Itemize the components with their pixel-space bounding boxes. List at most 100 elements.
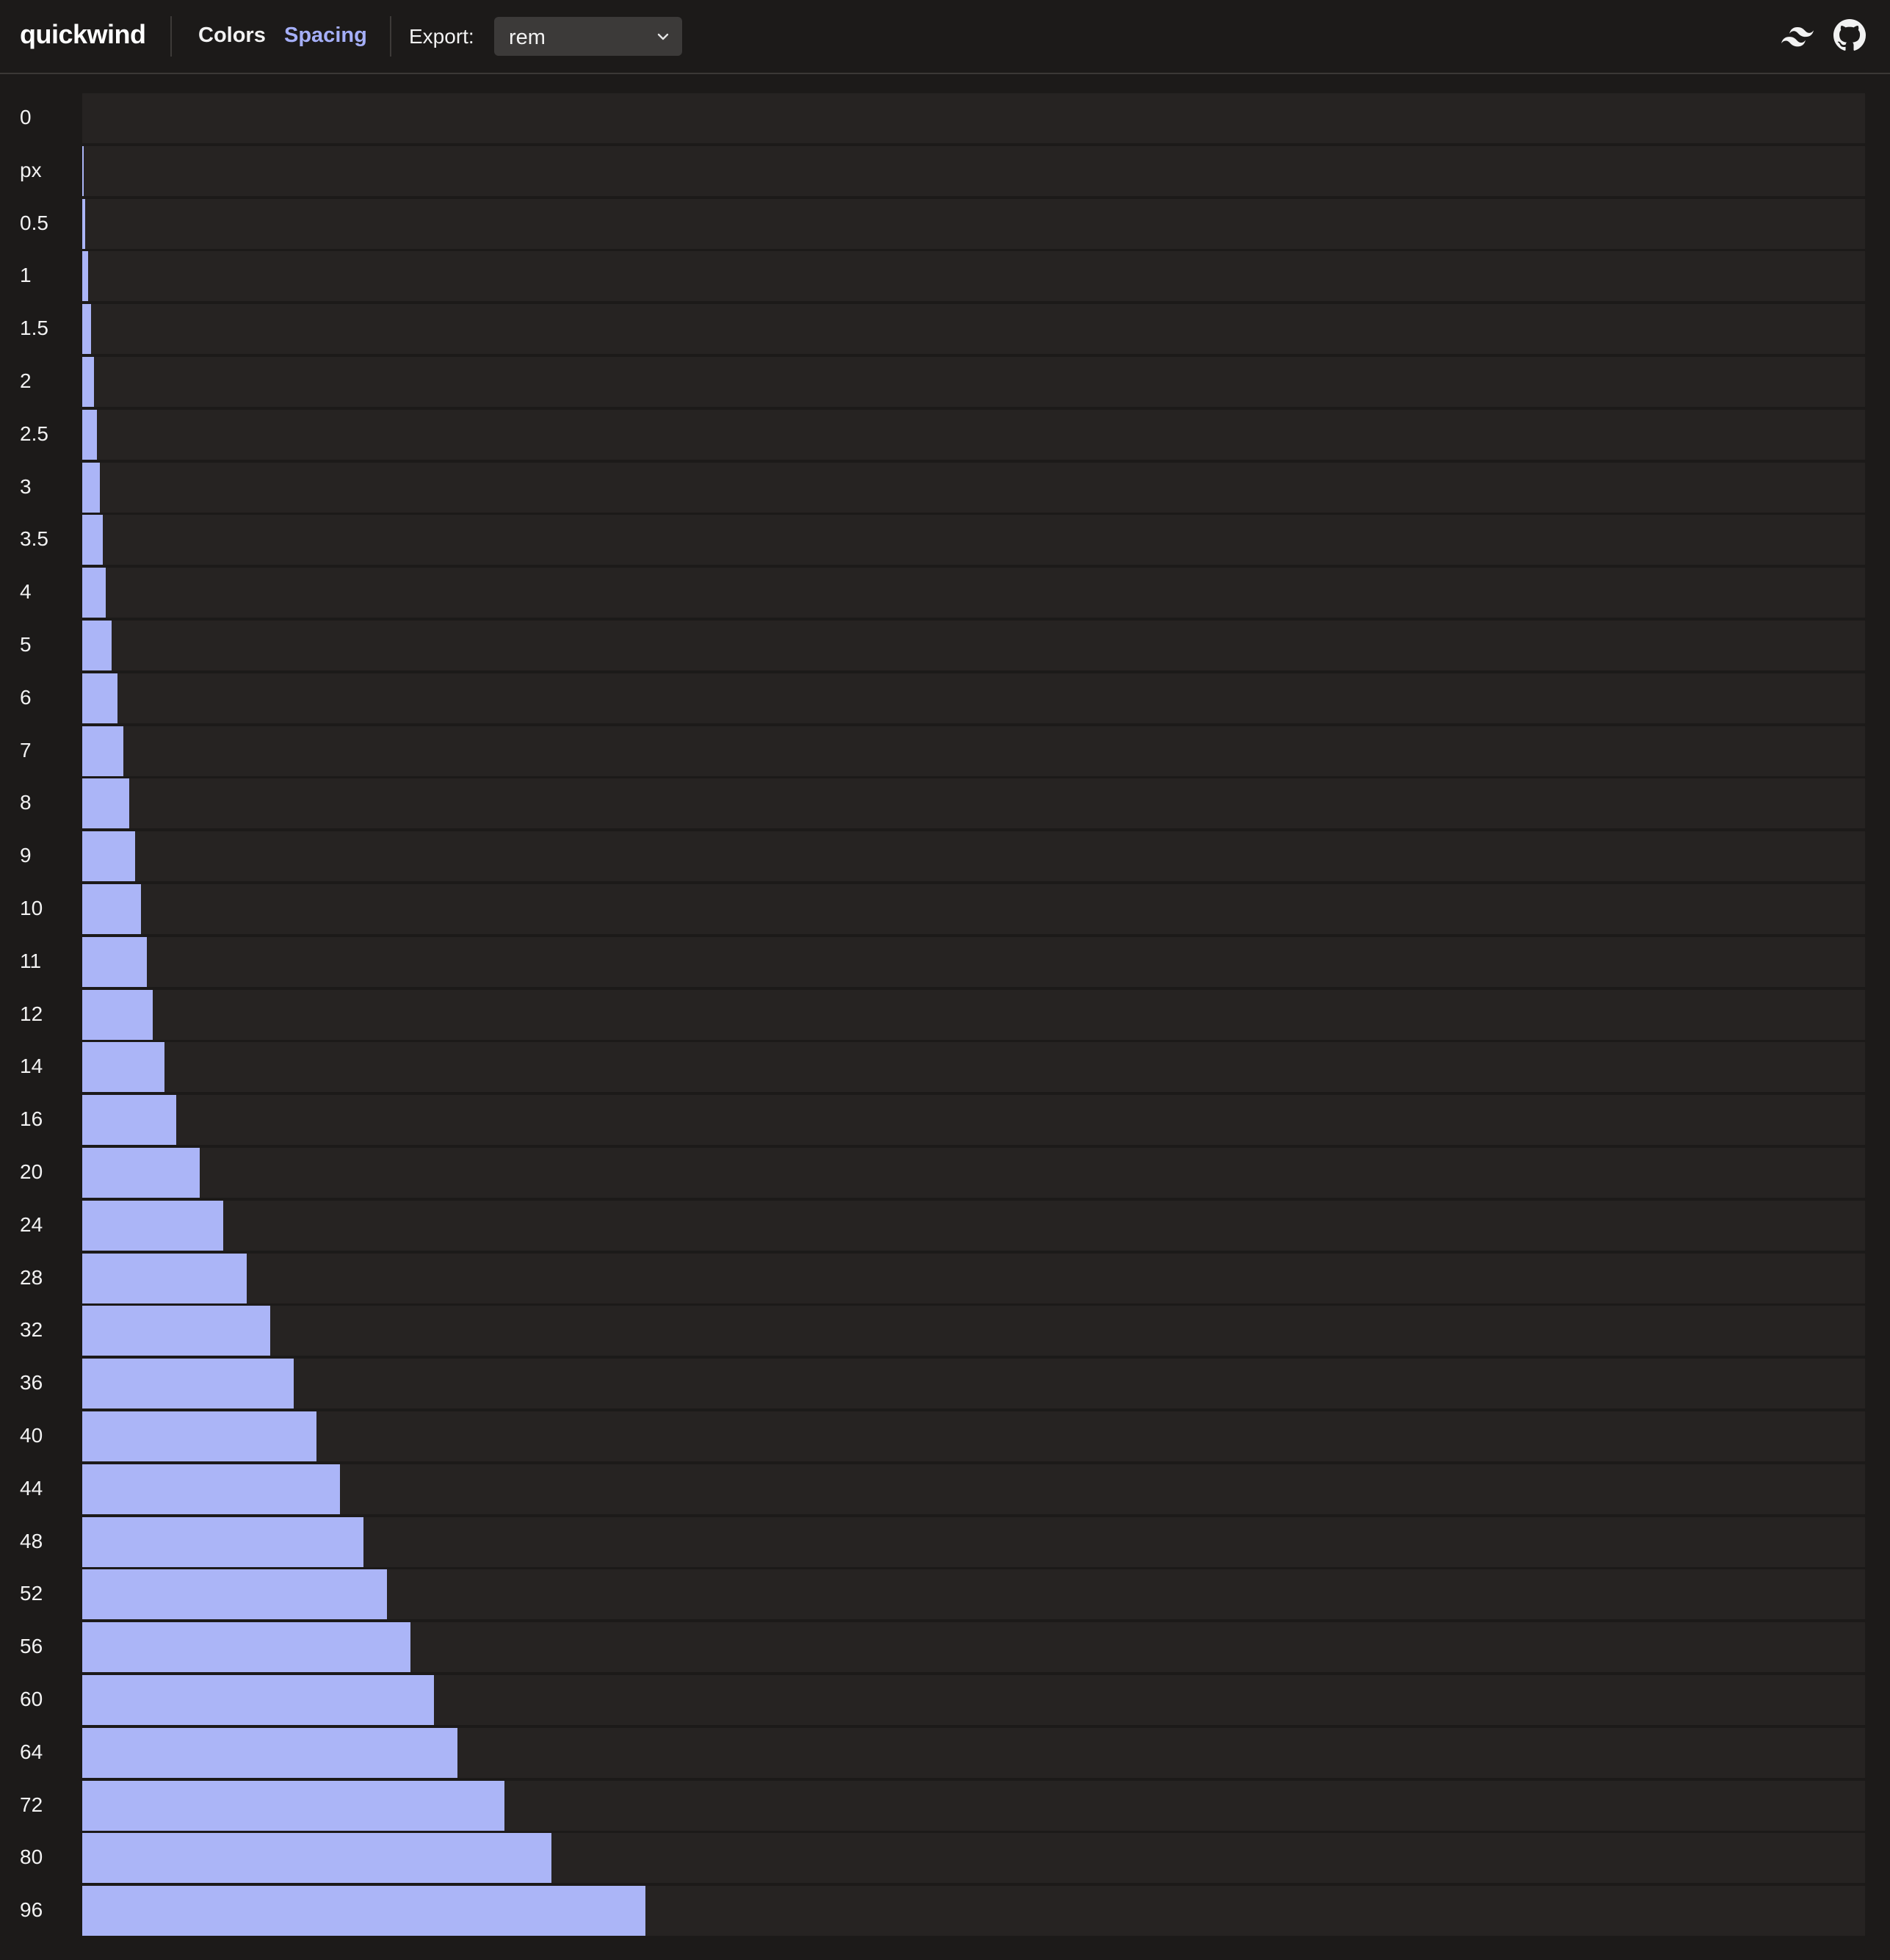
spacing-row-track[interactable]: [82, 1306, 1865, 1356]
spacing-row-label: 14: [20, 1055, 43, 1078]
nav-link-spacing[interactable]: Spacing: [284, 23, 367, 48]
tailwind-logo-icon[interactable]: [1781, 22, 1814, 55]
spacing-row: 64: [0, 1727, 1890, 1778]
spacing-row-track[interactable]: [82, 1516, 1865, 1567]
spacing-row-track[interactable]: [82, 145, 1865, 196]
spacing-row-track[interactable]: [82, 884, 1865, 934]
spacing-row: 28: [0, 1253, 1890, 1303]
export-format-select[interactable]: rem: [494, 17, 682, 56]
spacing-row-label: 44: [20, 1476, 43, 1500]
spacing-row-label: 20: [20, 1160, 43, 1183]
spacing-row-track[interactable]: [82, 673, 1865, 723]
nav-divider: [390, 16, 391, 57]
spacing-row-track[interactable]: [82, 778, 1865, 829]
spacing-row-track[interactable]: [82, 1464, 1865, 1514]
spacing-row-track[interactable]: [82, 726, 1865, 776]
spacing-row: 80: [0, 1833, 1890, 1884]
spacing-row-track[interactable]: [82, 989, 1865, 1040]
spacing-row-track[interactable]: [82, 568, 1865, 618]
spacing-row: 9: [0, 831, 1890, 882]
spacing-row-label: 36: [20, 1371, 43, 1395]
spacing-row-track[interactable]: [82, 515, 1865, 565]
spacing-row: 3.5: [0, 515, 1890, 565]
spacing-row-track[interactable]: [82, 1253, 1865, 1303]
github-icon[interactable]: [1833, 19, 1866, 55]
spacing-bar: [82, 304, 91, 355]
spacing-row-track[interactable]: [82, 831, 1865, 882]
app-logo[interactable]: quickwind: [20, 19, 146, 50]
spacing-row-track[interactable]: [82, 621, 1865, 670]
spacing-row-label: 9: [20, 844, 32, 867]
spacing-row-label: px: [20, 158, 42, 181]
spacing-row-track[interactable]: [82, 1780, 1865, 1831]
spacing-bar: [82, 1306, 270, 1356]
spacing-row: 48: [0, 1516, 1890, 1567]
spacing-row: 7: [0, 726, 1890, 776]
spacing-row-track[interactable]: [82, 1569, 1865, 1620]
spacing-row-label: 64: [20, 1740, 43, 1763]
spacing-row-track[interactable]: [82, 1042, 1865, 1093]
spacing-row-track[interactable]: [82, 93, 1865, 143]
chevron-down-icon: [657, 33, 669, 40]
spacing-bar: [82, 1780, 505, 1831]
spacing-row: 11: [0, 936, 1890, 987]
spacing-row: 4: [0, 568, 1890, 618]
spacing-row-label: 96: [20, 1898, 43, 1922]
spacing-row-track[interactable]: [82, 1727, 1865, 1778]
spacing-row-track[interactable]: [82, 1359, 1865, 1409]
spacing-row-track[interactable]: [82, 1411, 1865, 1461]
spacing-row-label: 16: [20, 1107, 43, 1131]
spacing-bar: [82, 145, 84, 196]
spacing-bar: [82, 1569, 388, 1620]
spacing-row-track[interactable]: [82, 1095, 1865, 1146]
spacing-bar: [82, 1516, 364, 1567]
spacing-row: 10: [0, 884, 1890, 934]
spacing-row-label: 6: [20, 685, 32, 709]
spacing-row-track[interactable]: [82, 198, 1865, 249]
spacing-row-track[interactable]: [82, 304, 1865, 355]
spacing-row-label: 28: [20, 1265, 43, 1289]
spacing-row: 2: [0, 357, 1890, 407]
spacing-row: 52: [0, 1569, 1890, 1620]
spacing-row: 56: [0, 1622, 1890, 1673]
nav-divider: [170, 16, 172, 57]
spacing-row: 20: [0, 1148, 1890, 1198]
spacing-row-label: 60: [20, 1688, 43, 1710]
spacing-bar: [82, 831, 135, 882]
spacing-row: 96: [0, 1886, 1890, 1937]
spacing-row-label: 80: [20, 1845, 43, 1869]
spacing-row-label: 4: [20, 580, 32, 604]
spacing-bar: [82, 409, 97, 460]
nav-link-colors[interactable]: Colors: [198, 23, 266, 48]
spacing-row-label: 3.5: [20, 527, 48, 551]
export-label: Export:: [409, 25, 474, 48]
spacing-row-label: 0: [20, 106, 32, 129]
spacing-row: 8: [0, 778, 1890, 829]
spacing-row-track[interactable]: [82, 1833, 1865, 1884]
spacing-row-track[interactable]: [82, 1622, 1865, 1673]
spacing-row-track[interactable]: [82, 1200, 1865, 1251]
spacing-row-label: 56: [20, 1635, 43, 1658]
spacing-row-label: 2: [20, 369, 32, 392]
spacing-bar: [82, 1148, 200, 1198]
spacing-row-track[interactable]: [82, 462, 1865, 513]
spacing-bar: [82, 1411, 317, 1461]
spacing-bar: [82, 884, 141, 934]
spacing-bar: [82, 1727, 458, 1778]
spacing-row-track[interactable]: [82, 1886, 1865, 1937]
spacing-row-track[interactable]: [82, 409, 1865, 460]
spacing-row: 32: [0, 1306, 1890, 1356]
spacing-row-track[interactable]: [82, 1675, 1865, 1725]
spacing-row-label: 72: [20, 1793, 43, 1816]
spacing-bar: [82, 1622, 411, 1673]
spacing-row-track[interactable]: [82, 251, 1865, 302]
spacing-row-label: 40: [20, 1424, 43, 1447]
spacing-row-track[interactable]: [82, 357, 1865, 407]
spacing-row: 16: [0, 1095, 1890, 1146]
spacing-row-track[interactable]: [82, 936, 1865, 987]
spacing-bar: [82, 726, 123, 776]
spacing-row-label: 5: [20, 633, 32, 656]
spacing-row-label: 12: [20, 1002, 43, 1025]
spacing-row-label: 0.5: [20, 211, 48, 234]
spacing-row-track[interactable]: [82, 1148, 1865, 1198]
